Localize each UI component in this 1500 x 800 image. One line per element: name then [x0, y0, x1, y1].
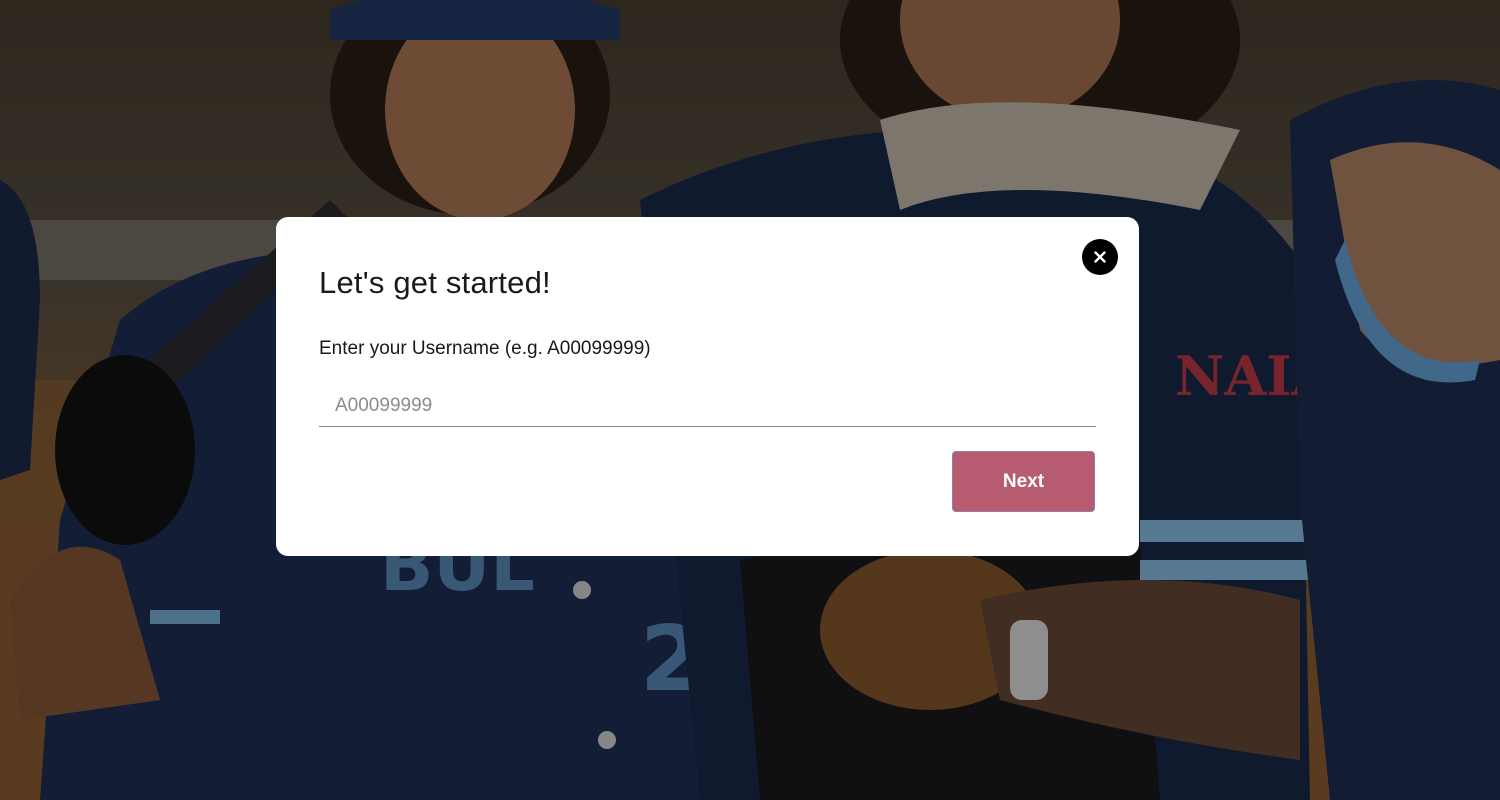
modal-title: Let's get started! [319, 265, 551, 300]
close-icon [1094, 251, 1106, 263]
username-label: Enter your Username (e.g. A00099999) [319, 338, 651, 359]
next-button[interactable]: Next [952, 451, 1095, 512]
close-button[interactable] [1082, 239, 1118, 275]
login-modal: Let's get started! Enter your Username (… [276, 217, 1139, 556]
page: BUL 2 NAIA Let's get started! Enter your… [0, 0, 1500, 800]
username-input[interactable] [319, 385, 1096, 427]
